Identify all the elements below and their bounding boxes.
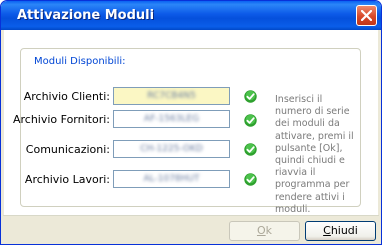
- comunicazioni-serial-field[interactable]: CH-1225-OKD: [113, 140, 230, 158]
- help-text: Inserisci il numero di serie dei moduli …: [275, 94, 354, 215]
- archivio-clienti-label: Archivio Clienti:: [23, 90, 110, 103]
- green-check-icon: [244, 114, 257, 127]
- archivio-fornitori-serial-value: AF-1563LEG: [143, 114, 200, 124]
- chiudi-button-mnemonic: C: [323, 224, 331, 237]
- comunicazioni-label: Comunicazioni:: [25, 143, 110, 156]
- chiudi-button[interactable]: Chiudi: [305, 221, 376, 241]
- archivio-fornitori-serial-field[interactable]: AF-1563LEG: [113, 110, 230, 128]
- comunicazioni-serial-value: CH-1225-OKD: [140, 144, 203, 154]
- group-legend: Moduli Disponibili:: [32, 56, 128, 67]
- archivio-clienti-serial-field[interactable]: RC7CB4N5: [113, 87, 230, 105]
- archivio-clienti-serial-value: RC7CB4N5: [147, 91, 196, 101]
- green-check-icon: [244, 143, 257, 156]
- archivio-fornitori-label: Archivio Fornitori:: [12, 113, 110, 126]
- green-check-icon: [244, 173, 257, 186]
- title-bar[interactable]: Attivazione Moduli: [1, 1, 381, 30]
- green-check-icon: [244, 90, 257, 103]
- ok-button-mnemonic: O: [256, 224, 266, 237]
- window-title: Attivazione Moduli: [17, 8, 155, 23]
- ok-button[interactable]: Ok: [229, 221, 300, 241]
- archivio-lavori-serial-value: AL-1078HUT: [143, 174, 200, 184]
- archivio-lavori-label: Archivio Lavori:: [24, 173, 110, 186]
- chiudi-button-label: hiudi: [330, 224, 358, 237]
- archivio-lavori-serial-field[interactable]: AL-1078HUT: [113, 170, 230, 188]
- close-window-button[interactable]: [356, 5, 377, 26]
- ok-button-label: k: [265, 224, 273, 237]
- close-icon: [361, 10, 372, 21]
